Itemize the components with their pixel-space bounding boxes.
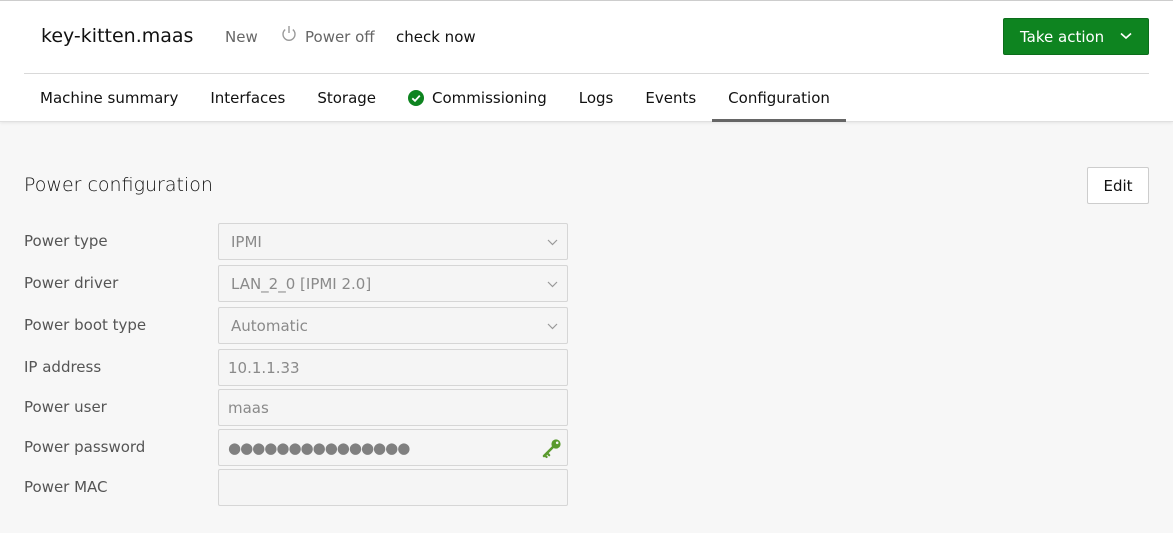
- edit-button[interactable]: Edit: [1087, 167, 1149, 204]
- machine-header: key-kitten.maas New Power off check now …: [0, 0, 1173, 122]
- section-title: Power configuration: [24, 174, 213, 196]
- power-driver-select[interactable]: LAN_2_0 [IPMI 2.0]: [218, 265, 568, 302]
- power-password-input[interactable]: ●●●●●●●●●●●●●●●: [218, 429, 568, 466]
- ip-address-label: IP address: [24, 358, 102, 376]
- ip-address-value: 10.1.1.33: [228, 358, 300, 377]
- power-boot-type-value: Automatic: [231, 316, 308, 335]
- chevron-down-icon: [547, 323, 558, 330]
- power-type-label: Power type: [24, 232, 108, 250]
- tab-label: Interfaces: [210, 89, 286, 107]
- tab-logs[interactable]: Logs: [563, 74, 630, 122]
- take-action-button[interactable]: Take action: [1003, 18, 1149, 55]
- take-action-label: Take action: [1020, 27, 1105, 46]
- power-mac-label: Power MAC: [24, 478, 108, 496]
- tab-events[interactable]: Events: [629, 74, 712, 122]
- power-boot-type-label: Power boot type: [24, 316, 147, 334]
- tab-label: Events: [645, 89, 697, 107]
- tab-machine-summary[interactable]: Machine summary: [24, 74, 194, 122]
- key-icon[interactable]: [541, 437, 563, 459]
- chevron-down-icon: [547, 239, 558, 246]
- title-row: key-kitten.maas New Power off check now …: [24, 1, 1149, 74]
- tab-label: Configuration: [728, 89, 830, 107]
- power-driver-label: Power driver: [24, 274, 119, 292]
- machine-tabs: Machine summary Interfaces Storage Commi…: [24, 74, 846, 122]
- power-boot-type-select[interactable]: Automatic: [218, 307, 568, 344]
- power-icon: [282, 26, 296, 41]
- power-driver-value: LAN_2_0 [IPMI 2.0]: [231, 274, 372, 293]
- check-now-link[interactable]: check now: [396, 28, 476, 46]
- power-user-value: maas: [228, 398, 269, 417]
- tab-label: Commissioning: [432, 89, 547, 107]
- power-user-label: Power user: [24, 398, 107, 416]
- power-password-label: Power password: [24, 438, 146, 456]
- power-password-value: ●●●●●●●●●●●●●●●: [228, 438, 410, 457]
- power-type-value: IPMI: [231, 232, 262, 251]
- tab-label: Storage: [317, 89, 377, 107]
- ip-address-input[interactable]: 10.1.1.33: [218, 349, 568, 386]
- tab-configuration[interactable]: Configuration: [712, 74, 846, 122]
- chevron-down-icon: [547, 281, 558, 288]
- tab-storage[interactable]: Storage: [301, 74, 392, 122]
- power-type-select[interactable]: IPMI: [218, 223, 568, 260]
- tab-commissioning[interactable]: Commissioning: [392, 74, 563, 122]
- chevron-down-icon: [1120, 32, 1132, 40]
- success-check-icon: [408, 90, 425, 106]
- tab-interfaces[interactable]: Interfaces: [194, 74, 301, 122]
- machine-name: key-kitten.maas: [41, 25, 194, 47]
- machine-status: New: [225, 28, 258, 46]
- power-mac-input[interactable]: [218, 469, 568, 506]
- power-user-input[interactable]: maas: [218, 389, 568, 426]
- tab-label: Machine summary: [40, 89, 179, 107]
- power-status: Power off: [305, 28, 375, 46]
- tab-label: Logs: [578, 89, 614, 107]
